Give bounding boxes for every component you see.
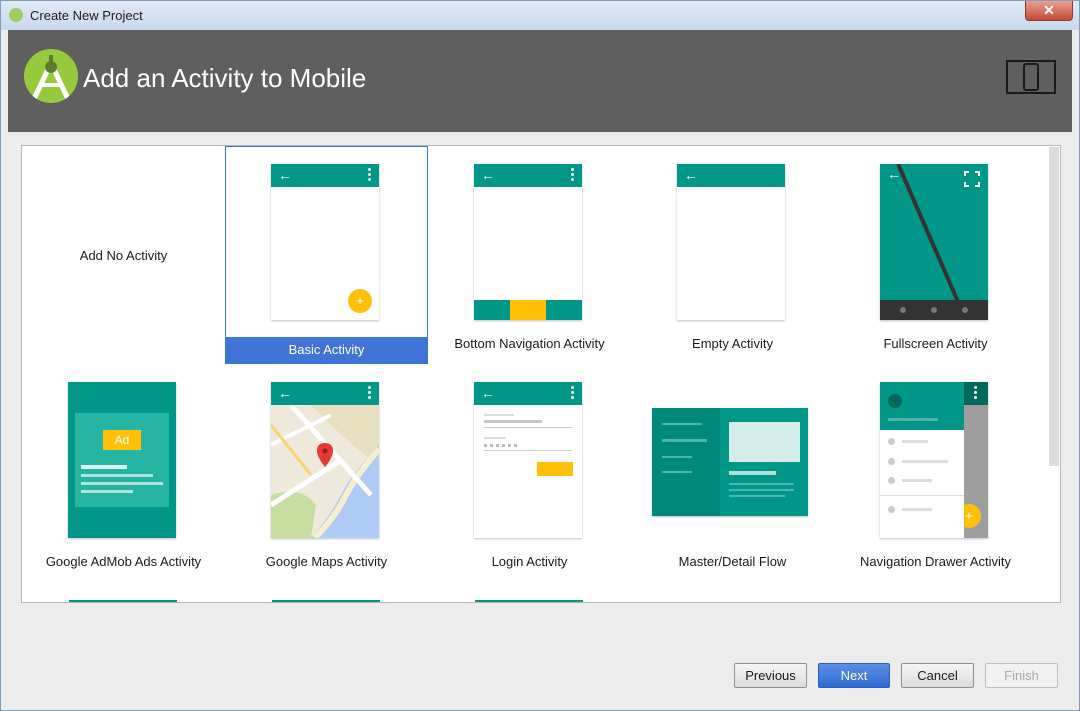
back-arrow-icon: ←	[684, 167, 698, 183]
tile-label: Master/Detail Flow	[678, 554, 787, 569]
tile-label: Navigation Drawer Activity	[860, 554, 1011, 569]
tile-label: Empty Activity	[692, 336, 773, 351]
tile-fullscreen-activity[interactable]: ← Fullscreen Activity	[834, 146, 1037, 364]
tile-google-maps-activity[interactable]: ← Google Maps Activity	[225, 364, 428, 582]
app-bar: ←	[474, 164, 582, 187]
tile-label: Add No Activity	[79, 248, 168, 263]
tile-label: Bottom Navigation Activity	[454, 336, 605, 351]
app-bar: ←	[271, 382, 379, 405]
basic-activity-preview: ← +	[271, 164, 379, 320]
tile-preview-peek	[475, 600, 583, 602]
fullscreen-icon	[964, 171, 980, 187]
next-button[interactable]: Next	[818, 663, 890, 688]
back-arrow-icon: ←	[887, 166, 901, 182]
android-logo-icon	[24, 49, 78, 103]
cancel-button[interactable]: Cancel	[901, 663, 974, 688]
overflow-menu-icon	[368, 386, 371, 400]
overflow-menu-icon	[571, 168, 574, 182]
activity-gallery: Add No Activity ← + Basic Activity ← Bot…	[21, 145, 1061, 603]
master-detail-preview	[652, 408, 808, 516]
app-bar: ←	[474, 382, 582, 405]
empty-activity-preview: ←	[677, 164, 785, 320]
android-studio-icon	[9, 8, 23, 22]
back-arrow-icon: ←	[278, 385, 292, 401]
tile-basic-activity[interactable]: ← + Basic Activity	[225, 146, 428, 364]
tile-label: Basic Activity	[226, 337, 427, 363]
system-nav-bar	[880, 300, 988, 320]
fullscreen-preview: ←	[880, 164, 988, 320]
bottom-navigation-preview: ←	[474, 164, 582, 320]
back-arrow-icon: ←	[278, 167, 292, 183]
window-title: Create New Project	[30, 8, 143, 23]
tile-label: Fullscreen Activity	[883, 336, 988, 351]
tile-bottom-navigation-activity[interactable]: ← Bottom Navigation Activity	[428, 146, 631, 364]
tile-add-no-activity[interactable]: Add No Activity	[22, 146, 225, 364]
mobile-device-icon	[1006, 60, 1056, 94]
finish-button[interactable]: Finish	[985, 663, 1058, 688]
tile-label: Login Activity	[491, 554, 568, 569]
tile-label: Google Maps Activity	[265, 554, 388, 569]
tile-empty-activity[interactable]: ← Empty Activity	[631, 146, 834, 364]
tile-label: Google AdMob Ads Activity	[45, 554, 202, 569]
page-title: Add an Activity to Mobile	[83, 63, 367, 93]
close-button[interactable]: ✕	[1025, 1, 1073, 21]
map-view	[271, 405, 379, 538]
tile-master-detail-flow[interactable]: Master/Detail Flow	[631, 364, 834, 582]
login-preview: ←	[474, 382, 582, 538]
previous-button[interactable]: Previous	[734, 663, 807, 688]
overflow-menu-icon	[974, 386, 977, 400]
back-arrow-icon: ←	[481, 385, 495, 401]
back-arrow-icon: ←	[481, 167, 495, 183]
tile-preview-peek	[272, 600, 380, 602]
tile-login-activity[interactable]: ← Login Activity	[428, 364, 631, 582]
wizard-header: Add an Activity to Mobile	[8, 30, 1072, 132]
bottom-nav-bar	[474, 300, 582, 320]
tile-google-admob-ads-activity[interactable]: Ad Google AdMob Ads Activity	[22, 364, 225, 582]
overflow-menu-icon	[368, 168, 371, 182]
maps-preview: ←	[271, 382, 379, 538]
app-bar: ←	[271, 164, 379, 187]
app-bar: ←	[677, 164, 785, 187]
tile-preview-peek	[69, 600, 177, 602]
overflow-menu-icon	[571, 386, 574, 400]
navigation-drawer-preview: +	[880, 382, 988, 538]
gallery-scrollbar[interactable]	[1049, 147, 1059, 466]
create-project-window: Create New Project ✕ Add an Activity to …	[0, 0, 1080, 711]
admob-preview: Ad	[68, 382, 176, 538]
fab-icon: +	[348, 289, 372, 313]
title-bar: Create New Project ✕	[1, 1, 1079, 30]
tile-navigation-drawer-activity[interactable]: + Navigation Drawer Activity	[834, 364, 1037, 582]
ad-badge: Ad	[103, 430, 141, 450]
